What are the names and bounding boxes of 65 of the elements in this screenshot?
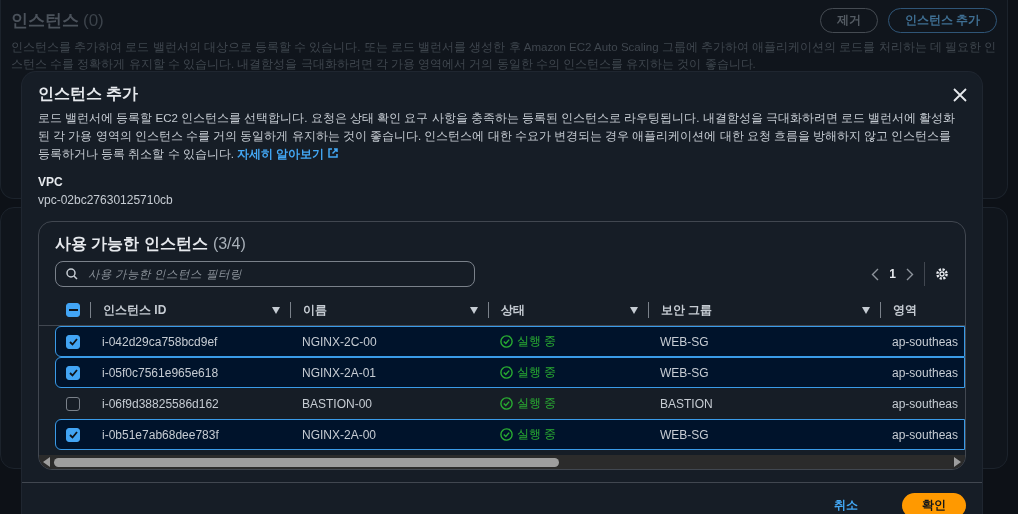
page-number[interactable]: 1 [889, 267, 896, 281]
instance-row[interactable]: i-06f9d38825586d162 BASTION-00 실행 중 BASTION ap-southeas [55, 388, 965, 419]
region: ap-southeas [891, 365, 960, 380]
instance-id: i-042d29ca758bcd9ef [101, 334, 219, 349]
security-group: BASTION [648, 396, 880, 411]
region: ap-southeas [891, 396, 960, 411]
region: ap-southeas [891, 427, 960, 442]
confirm-button[interactable]: 확인 [902, 493, 966, 514]
caret-down-icon [272, 306, 280, 314]
search-icon [66, 268, 78, 280]
settings-icon[interactable] [935, 267, 949, 281]
modal-title: 인스턴스 추가 [38, 84, 139, 104]
security-group: WEB-SG [648, 427, 880, 442]
security-group: WEB-SG [648, 365, 880, 380]
status-text: 실행 중 [517, 426, 557, 443]
column-header[interactable]: 보안 그룹 [661, 301, 862, 319]
instance-id: i-05f0c7561e965e618 [101, 365, 220, 380]
region: ap-southeas [891, 334, 960, 349]
cancel-button[interactable]: 취소 [814, 493, 878, 514]
check-circle-icon [500, 428, 513, 441]
vpc-value: vpc-02bc27630125710cb [38, 193, 174, 207]
instance-row[interactable]: i-042d29ca758bcd9ef NGINX-2C-00 실행 중 WEB-SG ap-southeas [55, 326, 965, 357]
caret-down-icon [470, 306, 478, 314]
status-text: 실행 중 [517, 395, 557, 412]
scroll-left-icon[interactable] [43, 457, 50, 467]
filter-field[interactable]: 사용 가능한 인스턴스 필터링 [55, 261, 475, 287]
external-link-icon [327, 148, 338, 158]
security-group: WEB-SG [648, 334, 880, 349]
instance-id: i-0b51e7ab68dee783f [101, 427, 220, 442]
previous-page-icon[interactable] [871, 267, 880, 281]
column-header[interactable]: 상태 [501, 301, 630, 319]
instance-name: NGINX-2A-01 [301, 365, 378, 380]
status-text: 실행 중 [517, 333, 557, 350]
filter-input[interactable]: 사용 가능한 인스턴스 필터링 [86, 267, 464, 281]
modal-description: 로드 밸런서에 등록할 EC2 인스턴스를 선택합니다. 요청은 상태 확인 요구 사항을 충족하는 등록된 인스턴스로 라우팅됩니다. 내결함성을 극대화하려면 로드 밸런서에 활성화된 각 가용 영역의 인스턴스 수를 거의 동일하게 유지하는 것이 좋습니다. 인스턴스에 대한 수요가 변경되는 경우 애플리케이션에 대한 요청 흐름을 방해하지 않고 인스턴스를 등록하거나 등록 취소할 수 있습니다. 자세히 알아보기 [38, 111, 957, 162]
instance-row[interactable]: i-0b51e7ab68dee783f NGINX-2A-00 실행 중 WEB-SG ap-southeas [55, 419, 965, 450]
table-title: 사용 가능한 인스턴스 [55, 234, 208, 254]
row-checkbox[interactable] [66, 396, 80, 411]
horizontal-scrollbar[interactable] [39, 455, 965, 469]
caret-down-icon [862, 306, 870, 314]
column-header[interactable]: 영역 [893, 301, 954, 319]
selection-count: (3/4) [212, 235, 246, 253]
check-circle-icon [500, 366, 513, 379]
close-icon[interactable] [952, 86, 968, 103]
row-checkbox[interactable] [66, 427, 80, 442]
section-title: 인스턴스 [11, 10, 79, 32]
column-header[interactable]: 인스턴스 ID [103, 301, 272, 319]
row-checkbox[interactable] [66, 365, 80, 380]
column-header[interactable]: 이름 [303, 301, 470, 319]
scroll-right-icon[interactable] [954, 457, 961, 467]
check-circle-icon [500, 335, 513, 348]
instance-id: i-06f9d38825586d162 [101, 396, 220, 411]
next-page-icon[interactable] [906, 267, 914, 281]
minus-icon [68, 308, 78, 312]
check-circle-icon [500, 397, 513, 410]
select-all-checkbox[interactable] [66, 303, 80, 317]
instance-name: BASTION-00 [301, 396, 374, 411]
vpc-label: VPC [38, 175, 64, 189]
instance-row[interactable]: i-05f0c7561e965e618 NGINX-2A-01 실행 중 WEB-SG ap-southeas [55, 357, 965, 388]
status-text: 실행 중 [517, 364, 557, 381]
caret-down-icon [630, 306, 638, 314]
learn-more-link[interactable]: 자세히 알아보기 [237, 148, 338, 160]
instance-name: NGINX-2C-00 [301, 334, 378, 349]
row-checkbox[interactable] [66, 334, 80, 349]
instance-name: NGINX-2A-00 [301, 427, 378, 442]
